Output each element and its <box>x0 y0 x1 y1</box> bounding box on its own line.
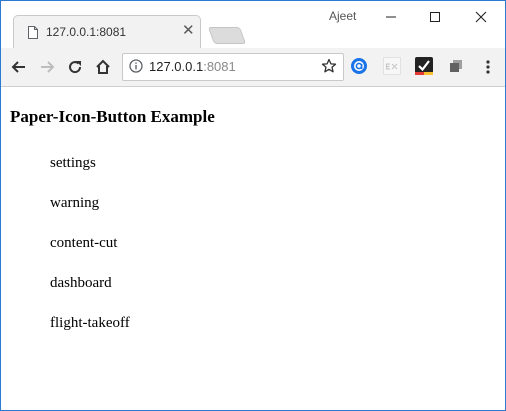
home-icon <box>96 59 110 74</box>
extension-a-button[interactable] <box>350 57 370 77</box>
address-bar[interactable]: 127.0.0.1:8081 <box>122 53 344 81</box>
title-bar: 127.0.0.1:8081 ✕ Ajeet <box>1 1 505 49</box>
star-icon[interactable] <box>321 58 337 74</box>
url-port: :8081 <box>203 59 236 74</box>
url-host: 127.0.0.1 <box>149 59 204 74</box>
ex-icon <box>383 57 401 75</box>
arrow-left-icon <box>11 61 25 73</box>
checkmark-icon <box>415 57 433 75</box>
tab-close-icon[interactable]: ✕ <box>182 22 195 40</box>
page-icon <box>28 26 38 39</box>
extension-square-button[interactable] <box>447 57 467 77</box>
browser-window: 127.0.0.1:8081 ✕ Ajeet 127.0.0.1:8081 Pa… <box>0 0 506 411</box>
menu-button[interactable] <box>477 56 499 78</box>
maximize-icon <box>430 12 440 22</box>
extension-ex-button[interactable] <box>383 57 403 77</box>
arrow-right-icon <box>41 61 55 73</box>
home-button[interactable] <box>92 56 114 78</box>
kebab-menu-icon <box>486 60 490 74</box>
info-icon[interactable] <box>129 59 143 73</box>
layers-icon <box>450 60 462 72</box>
tab-title: 127.0.0.1:8081 <box>46 25 127 39</box>
reload-button[interactable] <box>64 56 86 78</box>
reload-icon <box>69 61 82 74</box>
circle-a-icon <box>351 58 367 74</box>
icon-button-dashboard[interactable]: dashboard <box>50 275 112 292</box>
browser-toolbar: 127.0.0.1:8081 <box>1 48 505 87</box>
close-window-button[interactable] <box>459 3 503 31</box>
extension-check-button[interactable] <box>415 57 435 77</box>
new-tab-button[interactable] <box>207 27 247 44</box>
forward-button[interactable] <box>36 56 58 78</box>
url-text[interactable]: 127.0.0.1:8081 <box>149 59 236 74</box>
page-content: Paper-Icon-Button Example settings warni… <box>1 87 505 410</box>
close-icon <box>475 11 487 23</box>
profile-name[interactable]: Ajeet <box>329 9 356 23</box>
icon-button-settings[interactable]: settings <box>50 155 96 172</box>
browser-tab[interactable]: 127.0.0.1:8081 ✕ <box>13 15 201 49</box>
minimize-button[interactable] <box>369 3 413 31</box>
icon-button-warning[interactable]: warning <box>50 195 99 212</box>
icon-button-content-cut[interactable]: content-cut <box>50 235 117 252</box>
maximize-button[interactable] <box>413 3 457 31</box>
icon-button-flight-takeoff[interactable]: flight-takeoff <box>50 315 130 332</box>
page-title: Paper-Icon-Button Example <box>10 107 215 126</box>
minimize-icon <box>386 16 396 18</box>
back-button[interactable] <box>8 56 30 78</box>
